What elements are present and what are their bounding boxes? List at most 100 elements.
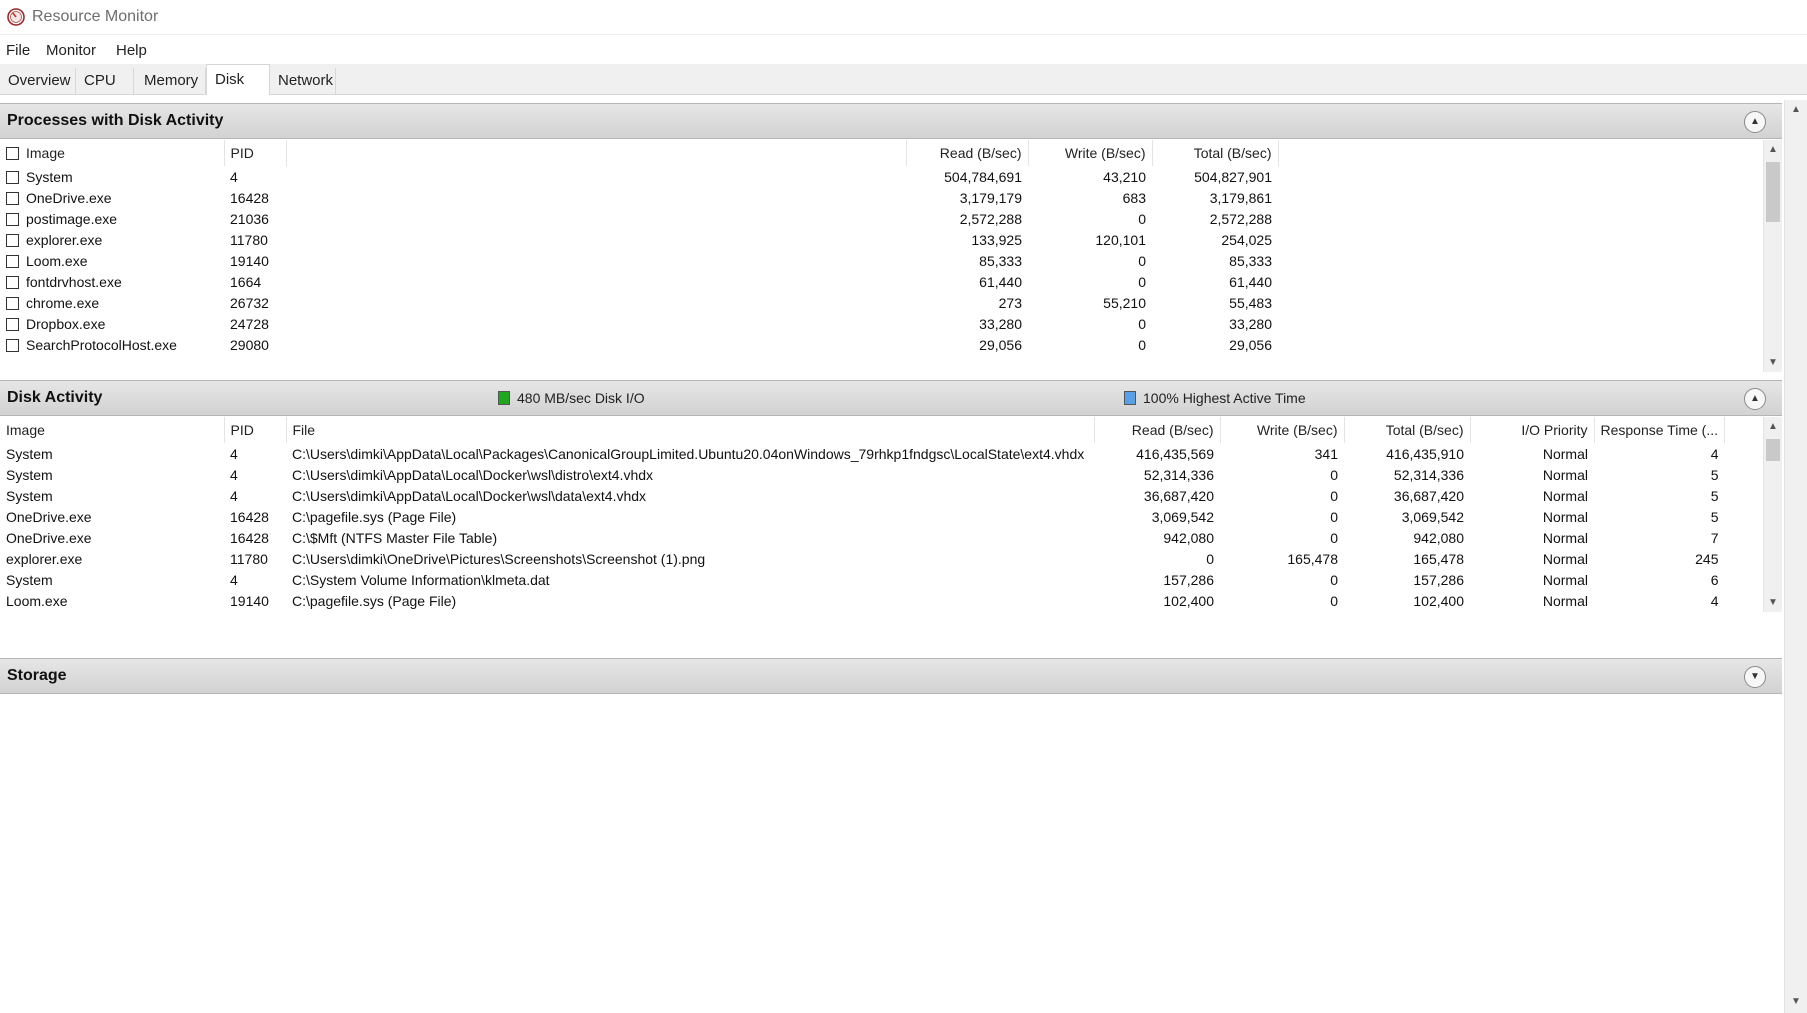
processes-section-header[interactable]: Processes with Disk Activity ▲ xyxy=(0,103,1782,139)
scroll-down-icon[interactable]: ▼ xyxy=(1791,996,1801,1007)
col-total[interactable]: Total (B/sec) xyxy=(1152,140,1279,166)
spacer xyxy=(1278,208,1778,229)
disk-response-time: 4 xyxy=(1594,611,1725,612)
process-write: 0 xyxy=(1138,336,1146,353)
process-row[interactable]: Dropbox.exe 24728 33,280 0 33,280 xyxy=(0,313,1778,334)
scroll-up-icon[interactable]: ▲ xyxy=(1791,104,1801,115)
process-row[interactable]: chrome.exe 26732 273 55,210 55,483 xyxy=(0,292,1778,313)
disk-image: explorer.exe xyxy=(6,550,83,567)
process-image-cell: OneDrive.exe xyxy=(0,187,224,208)
process-checkbox[interactable] xyxy=(6,317,19,331)
disk-pid: 4 xyxy=(230,571,238,588)
process-row[interactable]: Loom.exe 19140 85,333 0 85,333 xyxy=(0,250,1778,271)
disk-read: 102,400 xyxy=(1163,592,1214,609)
disk-image: explorer.exe xyxy=(0,611,224,612)
collapse-processes-button[interactable]: ▲ xyxy=(1744,111,1766,133)
process-row[interactable]: System 4 504,784,691 43,210 504,827,901 xyxy=(0,166,1778,187)
col-read[interactable]: Read (B/sec) xyxy=(906,140,1029,166)
col-image[interactable]: Image xyxy=(0,140,225,166)
menu-file[interactable]: File xyxy=(6,42,30,59)
process-checkbox[interactable] xyxy=(6,275,19,289)
col-pid[interactable]: PID xyxy=(224,140,287,166)
col-write[interactable]: Write (B/sec) xyxy=(1220,417,1345,443)
process-row[interactable]: fontdrvhost.exe 1664 61,440 0 61,440 xyxy=(0,271,1778,292)
select-all-checkbox[interactable] xyxy=(6,147,19,160)
disk-pid: 4 xyxy=(230,487,238,504)
spacer xyxy=(286,166,906,187)
disk-write: 0 xyxy=(1220,611,1344,612)
col-write[interactable]: Write (B/sec) xyxy=(1028,140,1153,166)
process-checkbox[interactable] xyxy=(6,191,19,205)
process-checkbox[interactable] xyxy=(6,254,19,268)
scroll-up-icon[interactable]: ▲ xyxy=(1768,421,1778,432)
disk-pid: 16428 xyxy=(230,508,269,525)
process-image-cell: Loom.exe xyxy=(0,250,224,271)
disk-activity-row[interactable]: explorer.exe 11780 C:\Users\dimki\OneDrive… xyxy=(0,548,1725,569)
tab-disk[interactable]: Disk xyxy=(206,64,270,95)
disk-activity-section-header[interactable]: Disk Activity 480 MB/sec Disk I/O 100% H… xyxy=(0,380,1782,416)
main-scrollbar[interactable]: ▲ ▼ xyxy=(1784,100,1807,1013)
col-read[interactable]: Read (B/sec) xyxy=(1094,417,1221,443)
disk-pid: 4 xyxy=(230,445,238,462)
process-image: OneDrive.exe xyxy=(26,189,112,206)
tab-network[interactable]: Network xyxy=(270,68,336,94)
col-pid[interactable]: PID xyxy=(224,417,287,443)
process-read: 133,925 xyxy=(971,231,1022,248)
storage-section-header[interactable]: Storage ▼ xyxy=(0,658,1782,694)
process-pid: 29080 xyxy=(230,336,269,353)
disk-activity-row[interactable]: System 4 C:\Users\dimki\AppData\Local\Pack… xyxy=(0,443,1725,464)
disk-activity-scroll-thumb[interactable] xyxy=(1766,439,1780,461)
process-row[interactable]: OneDrive.exe 16428 3,179,179 683 3,179,861 xyxy=(0,187,1778,208)
disk-activity-row[interactable]: Loom.exe 19140 C:\pagefile.sys (Page File)… xyxy=(0,590,1725,611)
disk-activity-row[interactable]: System 4 C:\Users\dimki\AppData\Local\Dock… xyxy=(0,464,1725,485)
disk-activity-row[interactable]: explorer.exe11780C:\Windows\System32\msd… xyxy=(0,611,1725,612)
process-write: 120,101 xyxy=(1095,231,1146,248)
disk-total: 3,069,542 xyxy=(1401,508,1464,525)
scroll-down-icon[interactable]: ▼ xyxy=(1768,597,1778,608)
processes-scroll-thumb[interactable] xyxy=(1766,162,1780,222)
process-row[interactable]: SearchProtocolHost.exe 29080 29,056 0 29,056 xyxy=(0,334,1778,355)
scroll-down-icon[interactable]: ▼ xyxy=(1768,357,1778,368)
processes-table: Image PID Read (B/sec) Write (B/sec) Tot… xyxy=(0,140,1778,355)
process-checkbox[interactable] xyxy=(6,170,19,184)
process-pid: 4 xyxy=(230,168,238,185)
disk-read: 157,286 xyxy=(1163,571,1214,588)
tab-overview[interactable]: Overview xyxy=(0,68,76,94)
tab-cpu[interactable]: CPU xyxy=(76,68,134,94)
processes-scrollbar[interactable]: ▲ ▼ xyxy=(1763,140,1782,372)
menu-monitor[interactable]: Monitor xyxy=(46,42,96,59)
process-image-cell: postimage.exe xyxy=(0,208,224,229)
spacer xyxy=(286,334,906,355)
process-checkbox[interactable] xyxy=(6,338,19,352)
disk-image: System xyxy=(6,487,53,504)
expand-storage-button[interactable]: ▼ xyxy=(1744,666,1766,688)
col-image[interactable]: Image xyxy=(0,417,225,443)
process-write: 0 xyxy=(1138,252,1146,269)
col-total[interactable]: Total (B/sec) xyxy=(1344,417,1471,443)
process-checkbox[interactable] xyxy=(6,233,19,247)
disk-activity-row[interactable]: System 4 C:\Users\dimki\AppData\Local\Dock… xyxy=(0,485,1725,506)
process-row[interactable]: postimage.exe 21036 2,572,288 0 2,572,288 xyxy=(0,208,1778,229)
collapse-disk-activity-button[interactable]: ▲ xyxy=(1744,388,1766,410)
process-total: 61,440 xyxy=(1229,273,1272,290)
disk-activity-row[interactable]: OneDrive.exe 16428 C:\$Mft (NTFS Master Fi… xyxy=(0,527,1725,548)
process-pid: 11780 xyxy=(230,231,268,248)
disk-activity-row[interactable]: OneDrive.exe 16428 C:\pagefile.sys (Page F… xyxy=(0,506,1725,527)
scroll-up-icon[interactable]: ▲ xyxy=(1768,144,1778,155)
process-checkbox[interactable] xyxy=(6,296,19,310)
col-file[interactable]: File xyxy=(286,417,1095,443)
disk-response-time: 5 xyxy=(1710,466,1719,483)
process-row[interactable]: explorer.exe 11780 133,925 120,101 254,025 xyxy=(0,229,1778,250)
active-time-swatch xyxy=(1124,391,1136,405)
disk-activity-scrollbar[interactable]: ▲ ▼ xyxy=(1763,417,1782,612)
process-read: 29,056 xyxy=(979,336,1022,353)
disk-activity-row[interactable]: System 4 C:\System Volume Information\klme… xyxy=(0,569,1725,590)
col-io-priority[interactable]: I/O Priority xyxy=(1470,417,1595,443)
menu-help[interactable]: Help xyxy=(116,42,147,59)
col-response-time[interactable]: Response Time (... xyxy=(1594,417,1725,443)
disk-response-time: 6 xyxy=(1710,571,1719,588)
tab-memory[interactable]: Memory xyxy=(136,68,206,94)
disk-image: OneDrive.exe xyxy=(6,529,92,546)
disk-activity-table: Image PID File Read (B/sec) Write (B/sec… xyxy=(0,417,1725,612)
process-checkbox[interactable] xyxy=(6,212,19,226)
